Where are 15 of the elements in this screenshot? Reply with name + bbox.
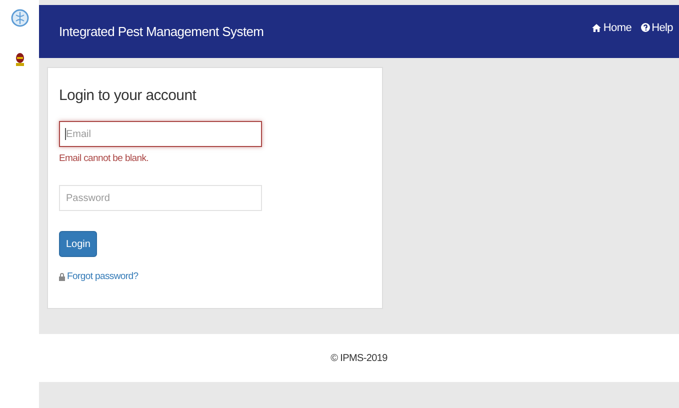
emblem-icon	[14, 51, 26, 67]
home-icon	[592, 24, 602, 32]
card-title: Login to your account	[59, 87, 198, 104]
nav-link[interactable]: Help	[640, 22, 673, 34]
error-message: Email cannot be blank.	[59, 153, 150, 164]
forgot-password-link[interactable]: Forgot password?	[59, 271, 138, 282]
copyright-text: © IPMS-2019	[330, 352, 388, 364]
nav-link[interactable]: Home	[592, 22, 632, 34]
globe-logo-icon	[10, 9, 28, 27]
lock-icon	[59, 272, 65, 280]
password-field[interactable]: Password	[59, 185, 262, 211]
help-icon	[640, 23, 650, 32]
login-button[interactable]: Login	[59, 231, 98, 257]
app-title: Integrated Pest Management System	[59, 24, 264, 39]
email-field[interactable]: Email	[59, 121, 262, 147]
